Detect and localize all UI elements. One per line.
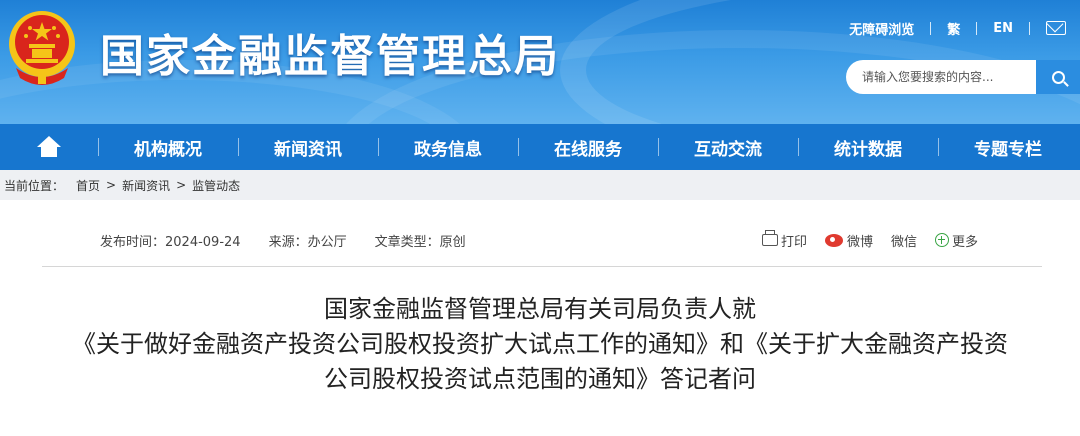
more-share-button[interactable]: 更多	[935, 231, 978, 250]
article-title: 国家金融监督管理总局有关司局负责人就 《关于做好金融资产投资公司股权投资扩大试点…	[0, 292, 1080, 397]
breadcrumb-separator: >	[106, 178, 117, 192]
national-emblem-icon[interactable]	[6, 8, 78, 88]
site-title[interactable]: 国家金融监督管理总局	[100, 20, 560, 84]
article-title-line: 《关于做好金融资产投资公司股权投资扩大试点工作的通知》和《关于扩大金融资产投资	[72, 330, 1008, 358]
mail-icon[interactable]	[1046, 21, 1066, 35]
divider	[976, 21, 978, 35]
breadcrumb-regulatory-news[interactable]: 监管动态	[192, 177, 240, 194]
breadcrumb-separator: >	[176, 178, 187, 192]
weibo-label: 微博	[847, 234, 874, 250]
breadcrumb-label: 当前位置：	[4, 178, 65, 193]
print-button[interactable]: 打印	[762, 230, 808, 250]
divider	[1029, 21, 1030, 35]
article-title-line: 国家金融监督管理总局有关司局负责人就	[324, 295, 756, 323]
article-source: 来源：办公厅	[268, 234, 347, 250]
home-icon	[36, 136, 62, 158]
wechat-share-button[interactable]: 微信	[891, 231, 917, 250]
nav-item-online-services[interactable]: 在线服务	[518, 124, 658, 170]
more-label: 更多	[952, 234, 979, 250]
plus-circle-icon	[935, 233, 950, 247]
weibo-icon	[825, 233, 844, 247]
nav-home[interactable]	[0, 124, 98, 170]
nav-item-government-info[interactable]: 政务信息	[378, 124, 518, 170]
search-input[interactable]	[846, 60, 1036, 94]
publish-date: 发布时间：2024-09-24	[100, 234, 241, 250]
nav-item-special-topics[interactable]: 专题专栏	[938, 124, 1078, 170]
nav-item-institution[interactable]: 机构概况	[98, 124, 238, 170]
nav-item-statistics[interactable]: 统计数据	[798, 124, 938, 170]
nav-item-interaction[interactable]: 互动交流	[658, 124, 798, 170]
breadcrumb-news[interactable]: 新闻资讯	[122, 177, 170, 194]
search-button[interactable]	[1036, 60, 1080, 94]
meta-divider	[42, 266, 1042, 267]
top-links: 无障碍浏览 繁 EN	[849, 18, 1066, 38]
main-nav: 机构概况 新闻资讯 政务信息 在线服务 互动交流 统计数据 专题专栏	[0, 124, 1080, 170]
divider	[930, 21, 932, 35]
english-link[interactable]: EN	[993, 21, 1013, 36]
article-title-line: 公司股权投资试点范围的通知》答记者问	[324, 365, 756, 393]
weibo-share-button[interactable]: 微博	[825, 231, 873, 250]
article-type: 文章类型：原创	[374, 234, 466, 250]
search-icon	[1051, 70, 1065, 84]
article-meta: 发布时间：2024-09-24 来源：办公厅 文章类型：原创	[100, 230, 494, 250]
accessibility-link[interactable]: 无障碍浏览	[849, 19, 914, 38]
share-tools: 打印 微博 微信 更多	[762, 230, 978, 250]
print-label: 打印	[781, 234, 808, 250]
wechat-label: 微信	[891, 234, 918, 250]
breadcrumb-home[interactable]: 首页	[76, 177, 100, 194]
traditional-chinese-link[interactable]: 繁	[947, 19, 960, 38]
breadcrumb: 当前位置： 首页 > 新闻资讯 > 监管动态	[0, 170, 1080, 200]
print-icon	[762, 230, 778, 246]
site-header: 国家金融监督管理总局 无障碍浏览 繁 EN	[0, 0, 1080, 124]
nav-item-news[interactable]: 新闻资讯	[238, 124, 378, 170]
